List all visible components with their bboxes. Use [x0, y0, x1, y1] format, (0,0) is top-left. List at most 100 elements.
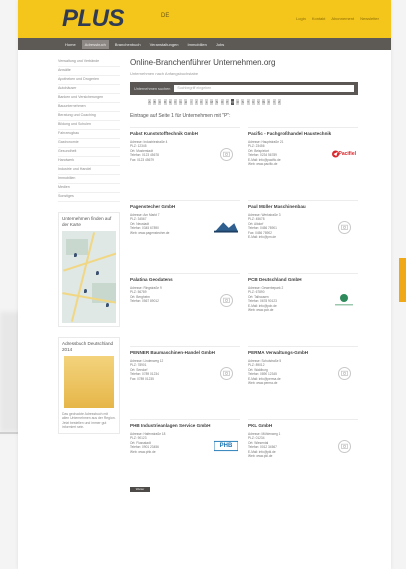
- nav-item-home[interactable]: Home: [62, 40, 79, 49]
- company-card[interactable]: Paul Müller Maschinenbau Adresse: Werkstr…: [248, 200, 358, 264]
- company-card[interactable]: Pagenstecher GmbH Adresse: Am Markt 7 PLZ:…: [130, 200, 240, 264]
- sidebar-link[interactable]: Handwerk: [58, 157, 120, 166]
- header-links: Login Kontakt Abonnement Newsletter: [296, 16, 379, 21]
- alphabet-letter-n[interactable]: N: [215, 99, 219, 105]
- site-logo[interactable]: PLUS: [62, 5, 125, 33]
- alphabet-letter-k[interactable]: K: [199, 99, 203, 105]
- sidebar-link[interactable]: Immobilien: [58, 175, 120, 184]
- alphabet-letter-t[interactable]: T: [246, 99, 250, 105]
- map-pin-icon[interactable]: [106, 303, 109, 307]
- alphabet-letter-e[interactable]: E: [168, 99, 172, 105]
- company-name[interactable]: Paul Müller Maschinenbau: [248, 204, 358, 210]
- alphabet-letter-v[interactable]: V: [256, 99, 260, 105]
- company-card[interactable]: Pacific - Fachgroßhandel Haustechnik Adre…: [248, 127, 358, 191]
- alphabet-letter-o[interactable]: O: [220, 99, 224, 105]
- company-name[interactable]: Pabst Kunststofftechnik GmbH: [130, 131, 240, 137]
- alphabet-letter-h[interactable]: H: [184, 99, 188, 105]
- company-card[interactable]: Pabst Kunststofftechnik GmbH Adresse: Ind…: [130, 127, 240, 191]
- sidebar-link[interactable]: Beratung und Coaching: [58, 112, 120, 121]
- content-layout: Verwaltung und Verbände Anwälte Apotheken …: [18, 50, 391, 492]
- company-name[interactable]: PCB Deutschland GmbH: [248, 277, 358, 283]
- nav-item-address-book[interactable]: Adressbuch: [81, 39, 109, 49]
- alphabet-letter-d[interactable]: D: [163, 99, 167, 105]
- company-card[interactable]: PCB Deutschland GmbH Adresse: Gewerbepark…: [248, 273, 358, 337]
- nav-item-real-estate[interactable]: Immobilien: [185, 40, 210, 49]
- alphabet-letter-b[interactable]: B: [153, 99, 157, 105]
- map-pin-icon[interactable]: [74, 253, 77, 257]
- alphabet-letter-f[interactable]: F: [173, 99, 177, 105]
- mini-map[interactable]: [62, 231, 116, 323]
- alphabet-letter-r[interactable]: R: [236, 99, 240, 105]
- alphabet-letter-u[interactable]: U: [251, 99, 255, 105]
- alphabet-letter-z[interactable]: Z: [277, 99, 281, 105]
- company-card[interactable]: PENNER Baumaschinen-Handel GmbH Adresse: …: [130, 346, 240, 410]
- alphabet-filter: ABCDEFGHIJKLMNOPQRSTUVWXYZ: [148, 99, 358, 105]
- sidebar-link[interactable]: Verwaltung und Verbände: [58, 58, 120, 67]
- header-link-contact[interactable]: Kontakt: [312, 16, 326, 21]
- company-detail-line: Fax: 0123 45679: [130, 157, 154, 162]
- alphabet-letter-q[interactable]: Q: [231, 99, 234, 105]
- book-cover-image[interactable]: [64, 356, 114, 408]
- alphabet-letter-m[interactable]: M: [210, 99, 214, 105]
- company-card[interactable]: PERMA Verwaltungs-GmbH Adresse: Schulstra…: [248, 346, 358, 410]
- search-label: Unternehmen suchen: [134, 86, 171, 91]
- logo-placeholder-icon: [332, 219, 356, 235]
- company-name[interactable]: PERMA Verwaltungs-GmbH: [248, 350, 358, 356]
- company-name[interactable]: Palatina Geodatens: [130, 277, 240, 283]
- company-detail-line: Fax: 0789 01235: [130, 376, 154, 381]
- company-name[interactable]: PKL GmbH: [248, 423, 358, 429]
- book-description: Das gedruckte Adressbuch mit allen Unter…: [62, 412, 116, 430]
- main-content: Online-Branchenführer Unternehmen.org Un…: [130, 58, 358, 492]
- sidebar-link[interactable]: Gastronomie: [58, 139, 120, 148]
- page-subtitle: Unternehmen nach Anfangsbuchstabe: [130, 71, 199, 76]
- company-card[interactable]: Palatina Geodatens Adresse: Ringstraße 9P…: [130, 273, 240, 337]
- header-link-login[interactable]: Login: [296, 16, 306, 21]
- sidebar-link[interactable]: Autohäuser: [58, 85, 120, 94]
- map-pin-icon[interactable]: [84, 289, 87, 293]
- pagenstecher-logo: [214, 219, 238, 235]
- company-detail-line: Web: www.pkl.de: [248, 454, 273, 459]
- camera-icon: [219, 366, 233, 380]
- alphabet-letter-w[interactable]: W: [262, 99, 266, 105]
- camera-icon: [337, 220, 351, 234]
- company-detail-line: Web: www.phb.de: [130, 449, 156, 454]
- company-card[interactable]: PHB Industrieanlagen Service GmbH Adresse…: [130, 419, 240, 483]
- sidebar-link[interactable]: Fahrzeugbau: [58, 130, 120, 139]
- alphabet-letter-c[interactable]: C: [158, 99, 162, 105]
- alphabet-letter-a[interactable]: A: [148, 99, 151, 105]
- alphabet-letter-l[interactable]: L: [205, 99, 209, 105]
- map-pin-icon[interactable]: [96, 271, 99, 275]
- alphabet-letter-i[interactable]: I: [189, 99, 193, 105]
- alphabet-letter-g[interactable]: G: [179, 99, 183, 105]
- language-switch[interactable]: DE: [161, 13, 169, 19]
- sidebar-link[interactable]: Bildung und Schulen: [58, 121, 120, 130]
- nav-item-jobs[interactable]: Jobs: [213, 40, 227, 49]
- sidebar-link[interactable]: Apotheken und Drogerien: [58, 76, 120, 85]
- next-page-button[interactable]: Weiter: [130, 487, 150, 492]
- company-name[interactable]: Pacific - Fachgroßhandel Haustechnik: [248, 131, 358, 137]
- alphabet-letter-s[interactable]: S: [241, 99, 245, 105]
- sidebar: Verwaltung und Verbände Anwälte Apotheken …: [58, 58, 120, 492]
- sidebar-link[interactable]: Anwälte: [58, 67, 120, 76]
- alphabet-letter-y[interactable]: Y: [272, 99, 276, 105]
- sidebar-link[interactable]: Banken und Versicherungen: [58, 94, 120, 103]
- alphabet-letter-j[interactable]: J: [194, 99, 198, 105]
- alphabet-letter-p[interactable]: P: [225, 99, 229, 105]
- sidebar-link[interactable]: Bauunternehmen: [58, 103, 120, 112]
- sidebar-link[interactable]: Medien: [58, 184, 120, 193]
- company-name[interactable]: PHB Industrieanlagen Service GmbH: [130, 423, 240, 429]
- company-name[interactable]: Pagenstecher GmbH: [130, 204, 240, 210]
- sidebar-links: Verwaltung und Verbände Anwälte Apotheken …: [58, 58, 120, 202]
- search-input[interactable]: Suchbegriff eingeben: [174, 85, 354, 92]
- header-link-newsletter[interactable]: Newsletter: [360, 16, 379, 21]
- sidebar-link[interactable]: Industrie und Handel: [58, 166, 120, 175]
- company-card[interactable]: PKL GmbH Adresse: Mühlenweg 1 PLZ: 01234 Or…: [248, 419, 358, 483]
- sidebar-link[interactable]: Sonstiges: [58, 193, 120, 202]
- header-link-subscription[interactable]: Abonnement: [331, 16, 354, 21]
- company-detail-line: E-Mail: info@pm.de: [248, 235, 277, 240]
- sidebar-link[interactable]: Gesundheit: [58, 148, 120, 157]
- alphabet-letter-x[interactable]: X: [267, 99, 271, 105]
- nav-item-events[interactable]: Veranstaltungen: [147, 40, 182, 49]
- nav-item-directory[interactable]: Branchenbuch: [112, 40, 144, 49]
- company-name[interactable]: PENNER Baumaschinen-Handel GmbH: [130, 350, 240, 356]
